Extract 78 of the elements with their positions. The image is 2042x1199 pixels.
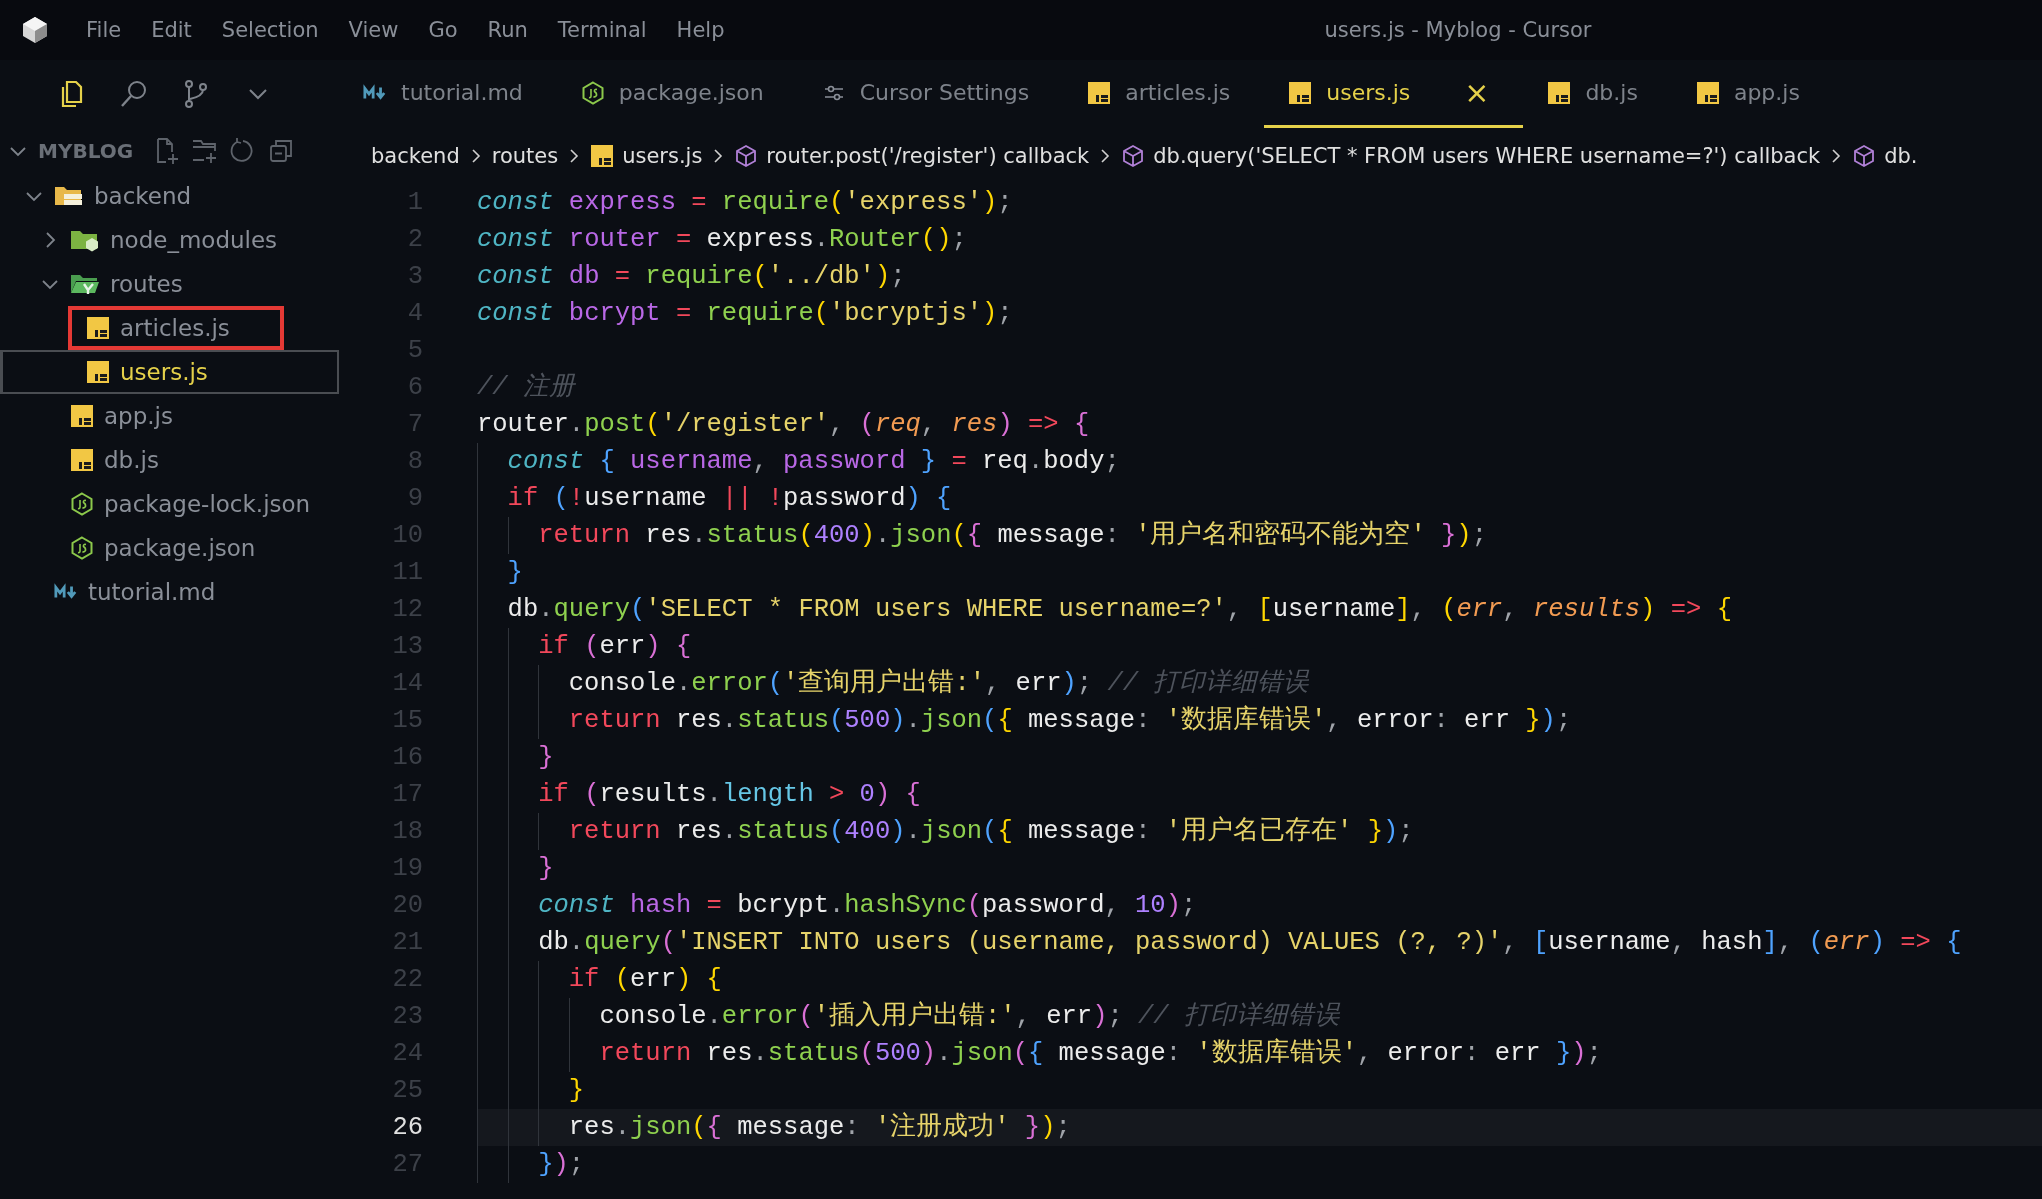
line-number: 26 bbox=[391, 1113, 424, 1142]
breadcrumb-item[interactable]: db. bbox=[1884, 144, 1918, 168]
js-file-icon bbox=[86, 316, 110, 340]
js-file-icon bbox=[1087, 80, 1112, 105]
file-tree-item[interactable]: backend bbox=[0, 174, 339, 218]
folder-icon bbox=[70, 228, 100, 252]
code-line: return res.status(400).json({ message: '用户名和密码不能为空' }); bbox=[477, 517, 2042, 554]
cube-icon bbox=[734, 144, 759, 168]
code-line: } bbox=[477, 1072, 2042, 1109]
menu-item[interactable]: Run bbox=[487, 18, 528, 42]
editor-tab[interactable]: users.js × bbox=[1264, 60, 1524, 128]
code-line: const bcrypt = require('bcryptjs'); bbox=[477, 298, 1014, 330]
menu-item[interactable]: Terminal bbox=[557, 18, 647, 42]
js-file-icon bbox=[1288, 80, 1313, 105]
breadcrumb-item[interactable]: backend bbox=[371, 144, 460, 168]
breadcrumb-item[interactable]: users.js bbox=[622, 144, 703, 168]
open-folder-icon bbox=[70, 272, 100, 296]
code-line: if (err) { bbox=[477, 961, 2042, 998]
editor-tab[interactable]: db.js bbox=[1523, 60, 1672, 128]
code-line: console.error('插入用户出错:', err); // 打印详细错误 bbox=[477, 998, 2042, 1035]
code-line: const hash = bcrypt.hashSync(password, 10); bbox=[477, 887, 2042, 924]
file-tree-item[interactable]: users.js bbox=[0, 350, 339, 394]
cube-icon bbox=[1852, 144, 1877, 168]
breadcrumb-item[interactable]: db.query('SELECT * FROM users WHERE username=?') callback bbox=[1153, 144, 1821, 168]
hexagon-icon bbox=[580, 80, 605, 105]
file-tree-item[interactable]: node_modules bbox=[0, 218, 339, 262]
code-line: const router = express.Router(); bbox=[477, 224, 968, 256]
code-line: return res.status(400).json({ message: '用户名已存在' }); bbox=[477, 813, 2042, 850]
js-file-icon bbox=[70, 404, 94, 428]
code-line: const express = require('express'); bbox=[477, 187, 1014, 219]
js-file-icon bbox=[1547, 80, 1572, 105]
menu-item[interactable]: Help bbox=[676, 18, 725, 42]
editor-tab[interactable]: articles.js bbox=[1063, 60, 1265, 128]
editor-tab[interactable]: Cursor Settings bbox=[797, 60, 1064, 128]
editor-tab[interactable]: tutorial.md bbox=[339, 60, 557, 128]
code-line: return res.status(500).json({ message: '数据库错误', error: err }); bbox=[477, 702, 2042, 739]
js-file-icon bbox=[86, 360, 110, 384]
code-line: router.post('/register', (req, res) => { bbox=[477, 409, 1091, 441]
cube-logo bbox=[20, 15, 50, 45]
file-tree-item[interactable]: tutorial.md bbox=[0, 570, 339, 614]
file-tree-item[interactable]: package-lock.json bbox=[0, 482, 339, 526]
file-tree-item[interactable]: routes bbox=[0, 262, 339, 306]
code-line: if (!username || !password) { bbox=[477, 480, 2042, 517]
menu-item[interactable]: Selection bbox=[221, 18, 319, 42]
menu-item[interactable]: Go bbox=[428, 18, 458, 42]
code-line: // 注册 bbox=[477, 371, 577, 404]
code-line: if (err) { bbox=[477, 628, 2042, 665]
folder-icon bbox=[54, 184, 84, 208]
code-line: } bbox=[477, 850, 2042, 887]
js-file-icon bbox=[590, 144, 615, 168]
close-icon[interactable]: × bbox=[1464, 75, 1490, 110]
code-line: const { username, password } = req.body; bbox=[477, 443, 2042, 480]
code-line: if (results.length > 0) { bbox=[477, 776, 2042, 813]
menu-item[interactable]: Edit bbox=[151, 18, 192, 42]
hexagon-icon bbox=[70, 536, 94, 560]
explorer-title: MYBLOG bbox=[38, 139, 134, 163]
code-line: } bbox=[477, 554, 2042, 591]
code-line: return res.status(500).json({ message: '数据库错误', error: err }); bbox=[477, 1035, 2042, 1072]
cube-icon bbox=[1121, 144, 1146, 168]
editor-tab[interactable]: package.json bbox=[556, 60, 798, 128]
hexagon-icon bbox=[70, 492, 94, 516]
window-title: users.js - Myblog - Cursor bbox=[1324, 18, 1592, 42]
file-tree-item[interactable]: db.js bbox=[0, 438, 339, 482]
js-file-icon bbox=[1695, 80, 1720, 105]
js-file-icon bbox=[70, 448, 94, 472]
code-line: console.error('查询用户出错:', err); // 打印详细错误 bbox=[477, 665, 2042, 702]
editor-tab[interactable]: app.js bbox=[1671, 60, 1834, 128]
file-tree-item[interactable]: app.js bbox=[0, 394, 339, 438]
file-tree-item[interactable]: package.json bbox=[0, 526, 339, 570]
breadcrumb-item[interactable]: router.post('/register') callback bbox=[766, 144, 1090, 168]
code-line: const db = require('../db'); bbox=[477, 261, 907, 293]
menu-item[interactable]: View bbox=[348, 18, 399, 42]
breadcrumb-item[interactable]: routes bbox=[491, 144, 559, 168]
code-line: } bbox=[477, 739, 2042, 776]
code-line: db.query('SELECT * FROM users WHERE username=?', [username], (err, results) => { bbox=[477, 591, 2042, 628]
code-line: }); bbox=[477, 1146, 2042, 1183]
menu-item[interactable]: File bbox=[86, 18, 122, 42]
code-line: db.query('INSERT INTO users (username, password) VALUES (?, ?)', [username, hash], (err) => { bbox=[477, 924, 2042, 961]
